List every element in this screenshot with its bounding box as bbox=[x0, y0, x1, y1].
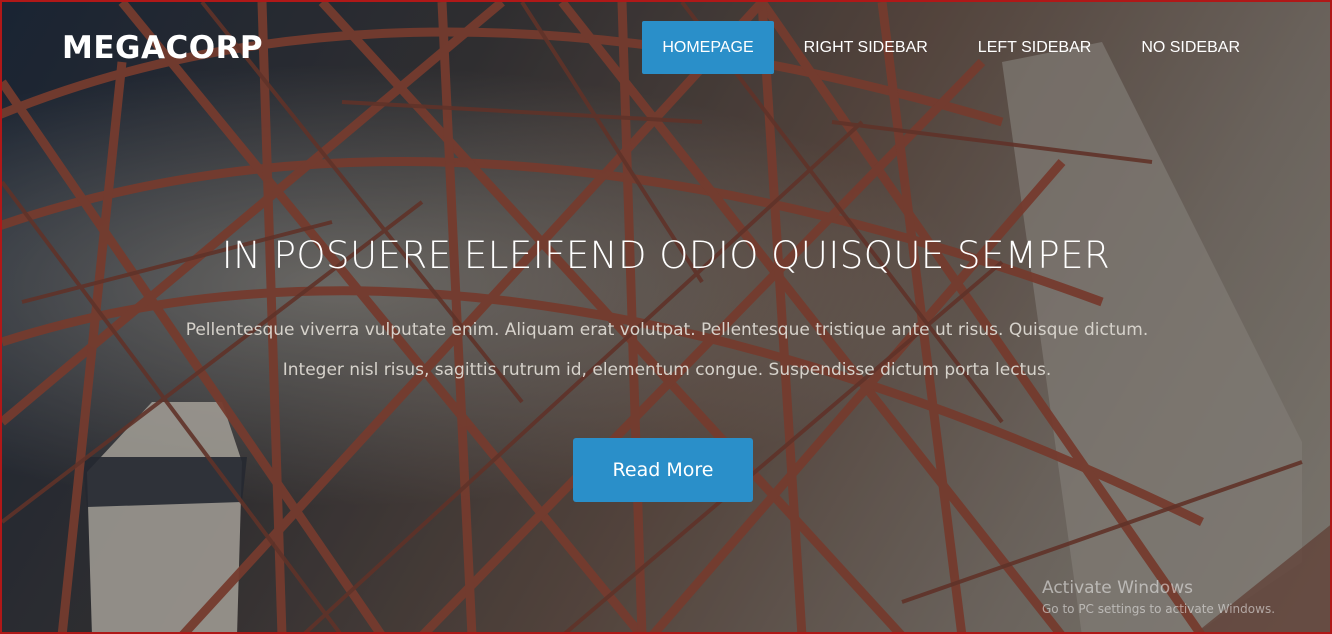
nav-item-left-sidebar[interactable]: LEFT SIDEBAR bbox=[958, 21, 1112, 74]
read-more-button[interactable]: Read More bbox=[573, 438, 753, 502]
hero-title: IN POSUERE ELEIFEND ODIO QUISQUE SEMPER bbox=[221, 234, 1111, 277]
main-nav: HOMEPAGE RIGHT SIDEBAR LEFT SIDEBAR NO S… bbox=[632, 21, 1260, 74]
watermark-subtitle: Go to PC settings to activate Windows. bbox=[1042, 602, 1276, 616]
activate-windows-watermark: Activate Windows Go to PC settings to ac… bbox=[1042, 578, 1275, 616]
nav-item-right-sidebar[interactable]: RIGHT SIDEBAR bbox=[784, 21, 948, 74]
brand-logo[interactable]: MEGACORP bbox=[62, 30, 263, 66]
hero-description: Pellentesque viverra vulputate enim. Ali… bbox=[185, 320, 1149, 380]
hero-section: MEGACORP HOMEPAGE RIGHT SIDEBAR LEFT SID… bbox=[0, 0, 1332, 634]
watermark-title: Activate Windows bbox=[1042, 578, 1193, 598]
nav-item-homepage[interactable]: HOMEPAGE bbox=[642, 21, 774, 74]
nav-item-no-sidebar[interactable]: NO SIDEBAR bbox=[1121, 21, 1260, 74]
